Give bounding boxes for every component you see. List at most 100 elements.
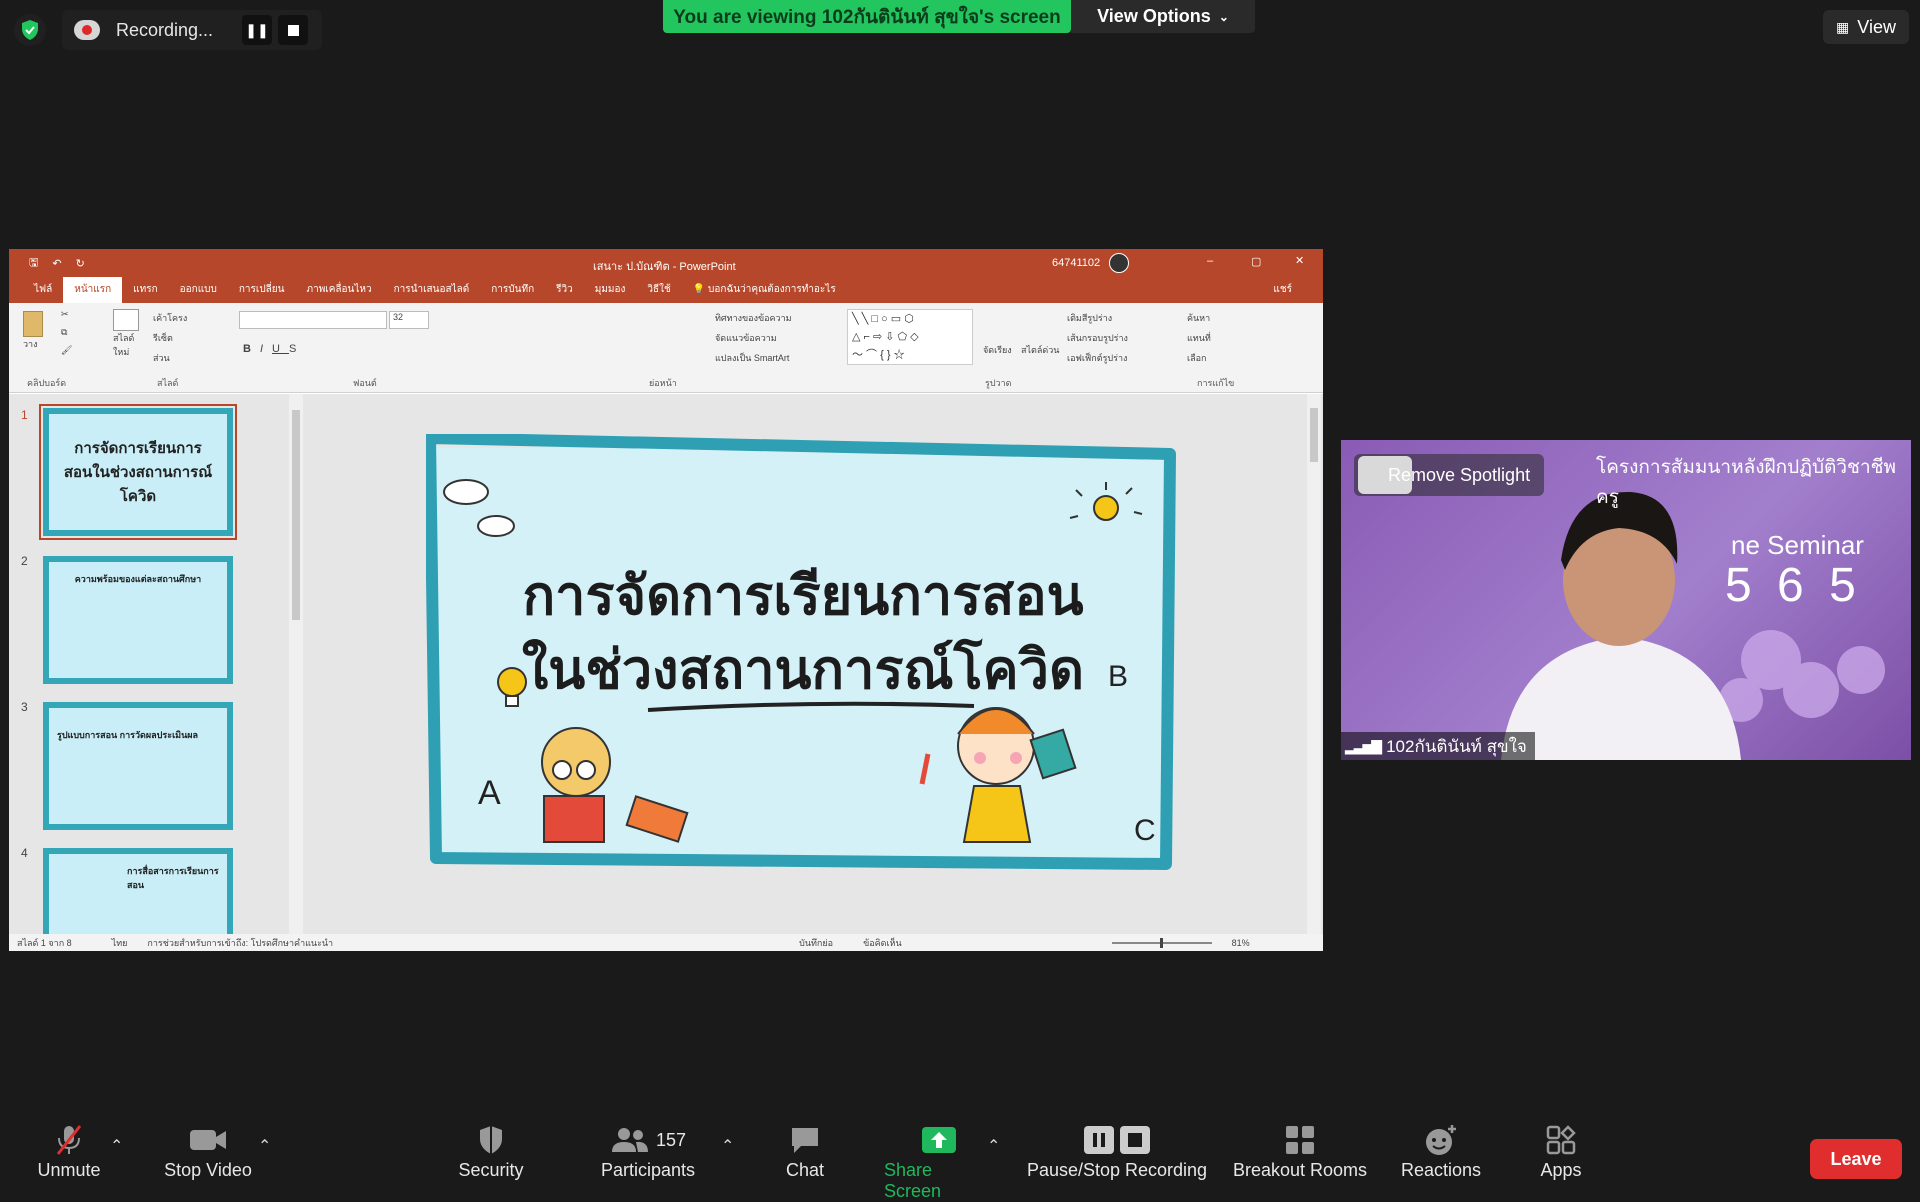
breakout-rooms-grid-icon [1285, 1120, 1315, 1160]
tab-slideshow[interactable]: การนำเสนอสไลด์ [383, 282, 481, 303]
security-button[interactable]: Security [455, 1120, 527, 1181]
slide-title-line2: ในช่วงสถานการณ์โควิด [521, 640, 1085, 700]
align-text-button[interactable]: จัดแนวข้อความ [715, 331, 777, 345]
text-direction-button[interactable]: ทิศทางของข้อความ [715, 311, 792, 325]
tab-insert[interactable]: แทรก [122, 282, 168, 303]
share-screen-button[interactable]: Share Screen [884, 1120, 994, 1202]
participant-person [1501, 491, 1741, 760]
security-label: Security [458, 1160, 524, 1180]
encryption-shield-icon[interactable] [14, 14, 46, 46]
reactions-button[interactable]: Reactions [1400, 1120, 1482, 1181]
new-slide-label: สไลด์ใหม่ [113, 333, 135, 357]
arrange-button[interactable]: จัดเรียง [983, 343, 1012, 357]
notes-button[interactable]: บันทึกย่อ [799, 936, 833, 950]
zoom-level[interactable]: 81% [1232, 938, 1250, 948]
view-button[interactable]: ▦ View [1823, 10, 1909, 44]
section-button[interactable]: ส่วน [153, 351, 170, 365]
italic-button[interactable]: I [260, 343, 272, 355]
smartart-button[interactable]: แปลงเป็น SmartArt [715, 351, 789, 365]
quick-styles-button[interactable]: สไตล์ด่วน [1021, 343, 1059, 357]
font-size-field[interactable]: 32 [389, 311, 429, 329]
share-options-caret[interactable]: ⌃ [987, 1136, 1000, 1156]
new-slide-button[interactable]: สไลด์ใหม่ [113, 309, 147, 359]
leave-button[interactable]: Leave [1810, 1139, 1902, 1179]
tell-me-search[interactable]: 💡 บอกฉันว่าคุณต้องการทำอะไร [682, 282, 847, 303]
main-slide[interactable]: การจัดการเรียนการสอน ในช่วงสถานการณ์โควิ… [424, 432, 1180, 872]
stop-video-button[interactable]: Stop Video [160, 1120, 256, 1181]
redo-icon[interactable]: ↻ [76, 257, 85, 270]
copy-icon[interactable]: ⧉ [61, 327, 67, 338]
cut-icon[interactable]: ✂ [61, 309, 69, 320]
minimize-icon[interactable]: – [1207, 255, 1213, 267]
share-button[interactable]: แชร์ [1262, 282, 1303, 303]
comments-button[interactable]: ข้อคิดเห็น [863, 936, 902, 950]
view-options-dropdown[interactable]: View Options ⌄ [1071, 0, 1255, 33]
tab-help[interactable]: วิธีใช้ [636, 282, 681, 303]
font-name-field[interactable] [239, 311, 387, 329]
group-paragraph: ย่อหน้า [649, 378, 677, 388]
bold-button[interactable]: B [243, 343, 260, 355]
stop-recording-button[interactable] [278, 15, 308, 45]
reactions-label: Reactions [1400, 1160, 1482, 1180]
slide-thumbnail-3[interactable]: รูปแบบการสอน การวัดผลประเมินผล [43, 702, 233, 830]
apps-button[interactable]: Apps [1536, 1120, 1586, 1181]
group-font: ฟอนต์ [353, 378, 377, 388]
editor-scrollbar[interactable] [1307, 394, 1321, 934]
slide-letter-a: A [478, 774, 501, 812]
share-screen-label: Share Screen [884, 1160, 942, 1201]
pause-recording-button[interactable]: ❚❚ [242, 15, 272, 45]
select-button[interactable]: เลือก [1187, 351, 1206, 365]
tab-view[interactable]: มุมมอง [584, 282, 637, 303]
chat-button[interactable]: Chat [780, 1120, 830, 1181]
view-label: View [1857, 16, 1896, 37]
maximize-icon[interactable]: ▢ [1251, 255, 1261, 268]
breakout-rooms-button[interactable]: Breakout Rooms [1232, 1120, 1368, 1181]
video-options-caret[interactable]: ⌃ [258, 1136, 271, 1156]
audio-options-caret[interactable]: ⌃ [110, 1136, 123, 1156]
slide-thumbnail-2[interactable]: ความพร้อมของแต่ละสถานศึกษา [43, 556, 233, 684]
tab-file[interactable]: ไฟล์ [23, 282, 63, 303]
accessibility-status[interactable]: การช่วยสำหรับการเข้าถึง: โปรดศึกษาคำแนะน… [147, 936, 333, 950]
shapes-gallery[interactable]: ╲ ╲ □ ○ ▭ ⬡ △ ⌐ ⇨ ⇩ ⬠ ◇ 〜 ⌒ { } ☆ [847, 309, 973, 365]
chevron-down-icon: ⌄ [1218, 9, 1229, 24]
thumb-number: 1 [21, 408, 28, 422]
underline-button[interactable]: U [272, 343, 289, 355]
format-painter-icon[interactable]: 🖌 [61, 345, 72, 356]
remove-spotlight-button[interactable]: Remove Spotlight [1354, 454, 1544, 496]
find-button[interactable]: ค้นหา [1187, 311, 1210, 325]
pause-stop-recording-button[interactable]: Pause/Stop Recording [1024, 1120, 1210, 1181]
tab-review[interactable]: รีวิว [545, 282, 584, 303]
tab-home[interactable]: หน้าแรก [63, 277, 123, 303]
tab-design[interactable]: ออกแบบ [169, 282, 228, 303]
tab-animations[interactable]: ภาพเคลื่อนไหว [296, 282, 383, 303]
stop-icon [287, 24, 299, 36]
thumbnail-scrollbar[interactable] [289, 394, 303, 934]
zoom-slider[interactable] [1111, 937, 1212, 948]
slide-thumbnail-1[interactable]: การจัดการเรียนการสอนในช่วงสถานการณ์โควิด [39, 404, 237, 540]
replace-button[interactable]: แทนที่ [1187, 331, 1211, 345]
new-slide-icon [113, 309, 139, 331]
shapes-icon: ╲ ╲ □ ○ ▭ ⬡ △ ⌐ ⇨ ⇩ ⬠ ◇ 〜 ⌒ { } ☆ [852, 313, 919, 361]
close-icon[interactable]: ✕ [1295, 254, 1304, 267]
remove-spotlight-label: Remove Spotlight [1388, 464, 1531, 485]
tab-transitions[interactable]: การเปลี่ยน [228, 282, 296, 303]
participant-name-label: ▂▃▅▇ 102กันตินันท์ สุขใจ [1341, 732, 1535, 760]
reset-button[interactable]: รีเซ็ต [153, 331, 173, 345]
ppt-ribbon: วาง ✂ ⧉ 🖌 สไลด์ใหม่ เค้าโครง รีเซ็ต ส่วน… [9, 303, 1323, 393]
participants-button[interactable]: 157 Participants [596, 1120, 700, 1181]
save-icon[interactable]: 🖫 [29, 254, 38, 273]
shadow-button[interactable]: S [289, 343, 305, 355]
view-options-label: View Options [1097, 6, 1211, 26]
undo-icon[interactable]: ↶ [52, 257, 61, 270]
participants-options-caret[interactable]: ⌃ [721, 1136, 734, 1156]
unmute-button[interactable]: Unmute [34, 1120, 104, 1181]
layout-button[interactable]: เค้าโครง [153, 311, 187, 325]
tab-record[interactable]: การบันทึก [480, 282, 545, 303]
paste-button[interactable]: วาง [23, 311, 45, 357]
ppt-title-bar: 🖫 ↶ ↻ เสนาะ ป.บัณฑิต - PowerPoint 647411… [9, 249, 1323, 277]
shape-effects-button[interactable]: เอฟเฟ็กต์รูปร่าง [1067, 351, 1127, 365]
shape-fill-button[interactable]: เติมสีรูปร่าง [1067, 311, 1112, 325]
shape-outline-button[interactable]: เส้นกรอบรูปร่าง [1067, 331, 1128, 345]
ppt-user-id: 64741102 [1052, 257, 1101, 269]
avatar[interactable] [1109, 253, 1129, 273]
